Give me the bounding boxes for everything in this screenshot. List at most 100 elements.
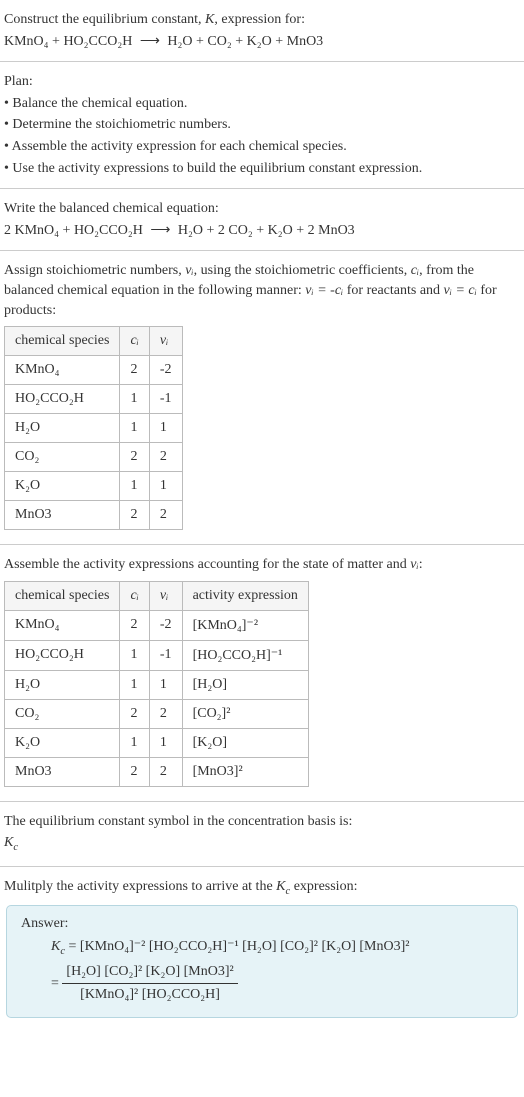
col-activity: activity expression [182,581,308,610]
table-row: MnO322[MnO3]² [5,757,309,786]
unbalanced-equation: KMnO₄ + HO₂CCO₂H ⟶ H₂O + CO₂ + K₂O + MnO… [4,32,520,52]
cell-nu: 1 [149,414,182,443]
table-row: K₂O11 [5,472,183,501]
cell-nu: 2 [149,501,182,530]
plan-item-2: • Determine the stoichiometric numbers. [4,115,520,135]
cell-nu: 1 [149,728,182,757]
cell-ci: 1 [120,472,149,501]
answer-label: Answer: [21,916,503,932]
answer-eq1-text: = [KMnO₄]⁻² [HO₂CCO₂H]⁻¹ [H₂O] [CO₂]² [K… [65,939,409,954]
table-header-row: chemical species cᵢ νᵢ [5,327,183,356]
table-row: KMnO₄2-2[KMnO₄]⁻² [5,610,309,640]
activity-intro: Assemble the activity expressions accoun… [4,555,520,575]
balanced-equation: 2 KMnO₄ + HO₂CCO₂H ⟶ H₂O + 2 CO₂ + K₂O +… [4,221,520,241]
cell-nu: -2 [149,610,182,640]
mult-t2: expression: [290,879,357,894]
reaction-arrow-icon: ⟶ [136,34,164,49]
rel1: νᵢ = -cᵢ [305,283,343,298]
mult-line: Mulitply the activity expressions to arr… [4,877,520,899]
cell-species: HO₂CCO₂H [5,385,120,414]
balanced-title: Write the balanced chemical equation: [4,199,520,219]
eq-lhs: KMnO₄ + HO₂CCO₂H [4,34,132,49]
cell-species: CO₂ [5,699,120,728]
answer-eq2: = [H₂O] [CO₂]² [K₂O] [MnO3]² [KMnO₄]² [H… [51,961,503,1007]
cell-ci: 1 [120,414,149,443]
activity-table: chemical species cᵢ νᵢ activity expressi… [4,581,309,787]
nu-symbol: νᵢ [410,557,418,572]
table-row: HO₂CCO₂H1-1 [5,385,183,414]
cell-ci: 2 [120,757,149,786]
cell-species: H₂O [5,414,120,443]
cell-species: MnO3 [5,757,120,786]
ci-symbol: cᵢ [411,263,419,278]
stoich-table: chemical species cᵢ νᵢ KMnO₄2-2 HO₂CCO₂H… [4,326,183,530]
col-nu: νᵢ [149,327,182,356]
cell-species: KMnO₄ [5,610,120,640]
bal-lhs: 2 KMnO₄ + HO₂CCO₂H [4,223,143,238]
cell-ci: 2 [120,501,149,530]
eq-sign: = [51,976,62,991]
cell-species: HO₂CCO₂H [5,640,120,670]
table-header-row: chemical species cᵢ νᵢ activity expressi… [5,581,309,610]
table-row: H₂O11[H₂O] [5,670,309,699]
cell-ci: 2 [120,443,149,472]
table-row: H₂O11 [5,414,183,443]
plan-item-4: • Use the activity expressions to build … [4,159,520,179]
cell-ci: 1 [120,728,149,757]
cell-species: CO₂ [5,443,120,472]
cell-ci: 1 [120,670,149,699]
multiply-section: Mulitply the activity expressions to arr… [0,867,524,1032]
cell-activity: [MnO3]² [182,757,308,786]
fraction-numerator: [H₂O] [CO₂]² [K₂O] [MnO3]² [62,961,237,984]
table-row: CO₂22[CO₂]² [5,699,309,728]
ksym-line: The equilibrium constant symbol in the c… [4,812,520,832]
table-row: CO₂22 [5,443,183,472]
nu-symbol: νᵢ [185,263,193,278]
cell-activity: [K₂O] [182,728,308,757]
balanced-section: Write the balanced chemical equation: 2 … [0,189,524,251]
stoich-section: Assign stoichiometric numbers, νᵢ, using… [0,251,524,545]
rel2: νᵢ = cᵢ [444,283,477,298]
answer-eq1: Kc = [KMnO₄]⁻² [HO₂CCO₂H]⁻¹ [H₂O] [CO₂]²… [51,936,503,961]
kc-symbol: Kc [4,833,520,855]
eq-rhs: H₂O + CO₂ + K₂O + MnO3 [167,34,323,49]
col-nu: νᵢ [149,581,182,610]
kc-symbol: Kc [51,939,65,954]
cell-nu: 2 [149,443,182,472]
plan-title: Plan: [4,72,520,92]
cell-ci: 2 [120,356,149,385]
fraction: [H₂O] [CO₂]² [K₂O] [MnO3]² [KMnO₄]² [HO₂… [62,961,237,1007]
cell-nu: -1 [149,640,182,670]
stoich-t4: for reactants and [343,283,443,298]
bal-rhs: H₂O + 2 CO₂ + K₂O + 2 MnO3 [178,223,355,238]
cell-nu: -1 [149,385,182,414]
stoich-intro: Assign stoichiometric numbers, νᵢ, using… [4,261,520,320]
col-ci: cᵢ [120,581,149,610]
stoich-t2: , using the stoichiometric coefficients, [194,263,411,278]
table-row: MnO322 [5,501,183,530]
stoich-t1: Assign stoichiometric numbers, [4,263,185,278]
cell-species: MnO3 [5,501,120,530]
act-t1: Assemble the activity expressions accoun… [4,557,410,572]
col-species: chemical species [5,327,120,356]
table-row: HO₂CCO₂H1-1[HO₂CCO₂H]⁻¹ [5,640,309,670]
cell-activity: [KMnO₄]⁻² [182,610,308,640]
mult-t1: Mulitply the activity expressions to arr… [4,879,276,894]
cell-species: K₂O [5,728,120,757]
prompt-line-1: Construct the equilibrium constant, K, e… [4,10,520,30]
cell-activity: [HO₂CCO₂H]⁻¹ [182,640,308,670]
cell-ci: 2 [120,699,149,728]
cell-ci: 1 [120,385,149,414]
kc-inline: Kc [276,879,290,894]
col-ci: cᵢ [120,327,149,356]
col-species: chemical species [5,581,120,610]
cell-nu: 1 [149,472,182,501]
answer-box: Answer: Kc = [KMnO₄]⁻² [HO₂CCO₂H]⁻¹ [H₂O… [6,905,518,1017]
cell-ci: 2 [120,610,149,640]
cell-species: K₂O [5,472,120,501]
plan-section: Plan: • Balance the chemical equation. •… [0,62,524,189]
prompt-text-1b: , expression for: [214,12,305,27]
plan-item-1: • Balance the chemical equation. [4,94,520,114]
reaction-arrow-icon: ⟶ [146,223,174,238]
k-var: K [205,12,214,27]
